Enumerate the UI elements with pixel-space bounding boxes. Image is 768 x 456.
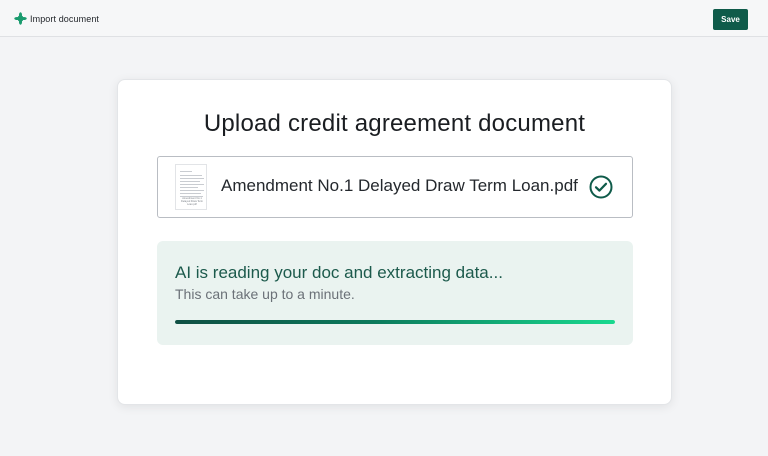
check-circle-icon (589, 175, 613, 199)
page-title: Import document (30, 13, 100, 24)
upload-card: Upload credit agreement document Amendme… (117, 79, 672, 405)
save-button[interactable]: Save (713, 9, 748, 30)
uploaded-file[interactable]: Amendment No.1 Delayed Draw Term Loan.pd… (157, 156, 633, 218)
thumbnail-caption: Amendment No.1 Delayed Draw Term Loan.pd… (181, 197, 203, 206)
extraction-progress-panel: AI is reading your doc and extracting da… (157, 241, 633, 345)
progress-title: AI is reading your doc and extracting da… (175, 263, 503, 282)
pdf-thumbnail: Amendment No.1 Delayed Draw Term Loan.pd… (175, 164, 207, 210)
file-name: Amendment No.1 Delayed Draw Term Loan.pd… (221, 176, 578, 195)
top-bar: Import document Save (0, 0, 768, 37)
progress-bar (175, 320, 615, 324)
card-title: Upload credit agreement document (203, 110, 586, 137)
brand: Import document (14, 12, 99, 25)
sparkle-logo-icon (14, 12, 27, 25)
progress-subtitle: This can take up to a minute. (175, 286, 355, 302)
progress-bar-fill (175, 320, 615, 324)
